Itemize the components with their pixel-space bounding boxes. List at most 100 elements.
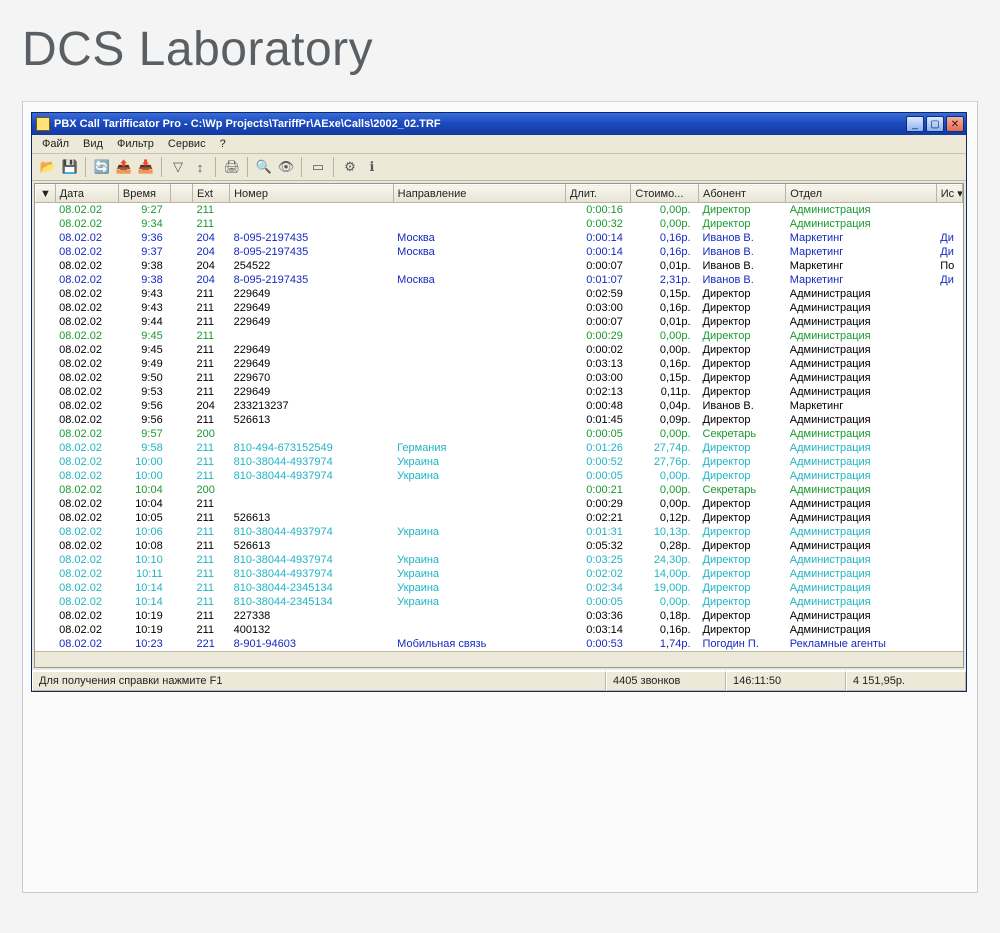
column-header[interactable]: Ext — [193, 185, 230, 203]
cell — [171, 427, 193, 441]
cell: 08.02.02 — [55, 385, 118, 399]
column-header[interactable]: Длит. — [565, 185, 630, 203]
table-row[interactable]: 08.02.029:382048-095-2197435Москва0:01:0… — [36, 273, 963, 287]
cell: 0,01р. — [631, 259, 699, 273]
cell — [393, 287, 565, 301]
column-header[interactable]: Направление — [393, 185, 565, 203]
table-row[interactable]: 08.02.029:442112296490:00:070,01р.Директ… — [36, 315, 963, 329]
table-row[interactable]: 08.02.0210:14211810-38044-2345134Украина… — [36, 595, 963, 609]
menu-help[interactable]: ? — [220, 138, 226, 150]
cell: 0:00:48 — [565, 399, 630, 413]
cell: Администрация — [786, 301, 937, 315]
table-row[interactable]: 08.02.029:452110:00:290,00р.ДиректорАдми… — [36, 329, 963, 343]
cell: Администрация — [786, 441, 937, 455]
cell: Украина — [393, 469, 565, 483]
column-header[interactable]: Дата — [55, 185, 118, 203]
table-row[interactable]: 08.02.0210:042000:00:210,00р.СекретарьАд… — [36, 483, 963, 497]
filter-icon[interactable]: ▽ — [168, 157, 188, 177]
refresh-icon[interactable]: 🔄 — [92, 157, 112, 177]
menu-service[interactable]: Сервис — [168, 138, 206, 150]
sort-icon[interactable]: ↕ — [190, 157, 210, 177]
maximize-button[interactable]: ▢ — [926, 116, 944, 132]
cell: 27,74р. — [631, 441, 699, 455]
close-button[interactable]: ✕ — [946, 116, 964, 132]
find-icon[interactable]: 🔍 — [254, 157, 274, 177]
options-icon[interactable]: ⚙ — [340, 157, 360, 177]
table-row[interactable]: 08.02.029:562042332132370:00:480,04р.Ива… — [36, 399, 963, 413]
table-row[interactable]: 08.02.0210:00211810-38044-4937974Украина… — [36, 455, 963, 469]
cell: 0:00:53 — [565, 637, 630, 651]
table-row[interactable]: 08.02.029:562115266130:01:450,09р.Директ… — [36, 413, 963, 427]
cell: 9:58 — [118, 441, 170, 455]
menu-view[interactable]: Вид — [83, 138, 103, 150]
table-row[interactable]: 08.02.029:432112296490:03:000,16р.Директ… — [36, 301, 963, 315]
table-row[interactable]: 08.02.029:272110:00:160,00р.ДиректорАдми… — [36, 203, 963, 218]
table-row[interactable]: 08.02.029:452112296490:00:020,00р.Директ… — [36, 343, 963, 357]
table-row[interactable]: 08.02.029:382042545220:00:070,01р.Иванов… — [36, 259, 963, 273]
cell — [36, 371, 56, 385]
help-icon[interactable]: ℹ — [362, 157, 382, 177]
cell: Директор — [699, 413, 786, 427]
column-header[interactable]: Номер — [230, 185, 394, 203]
minimize-button[interactable]: _ — [906, 116, 924, 132]
table-row[interactable]: 08.02.0210:192112273380:03:360,18р.Дирек… — [36, 609, 963, 623]
print-icon[interactable]: 🖨 — [222, 157, 242, 177]
cell: Директор — [699, 595, 786, 609]
horizontal-scrollbar[interactable] — [35, 651, 963, 667]
menu-file[interactable]: Файл — [42, 138, 69, 150]
column-header[interactable] — [171, 185, 193, 203]
cell — [171, 609, 193, 623]
column-header[interactable]: Отдел — [786, 185, 937, 203]
open-icon[interactable]: 📂 — [38, 157, 58, 177]
export-icon[interactable]: 📤 — [114, 157, 134, 177]
column-header[interactable]: Ис ▾ — [936, 185, 962, 203]
save-icon[interactable]: 💾 — [60, 157, 80, 177]
table-row[interactable]: 08.02.0210:042110:00:290,00р.ДиректорАдм… — [36, 497, 963, 511]
table-row[interactable]: 08.02.0210:14211810-38044-2345134Украина… — [36, 581, 963, 595]
cell: 229649 — [230, 385, 394, 399]
cell: 810-38044-4937974 — [230, 553, 394, 567]
table-row[interactable]: 08.02.0210:10211810-38044-4937974Украина… — [36, 553, 963, 567]
table-row[interactable]: 08.02.029:532112296490:02:130,11р.Директ… — [36, 385, 963, 399]
cell: Администрация — [786, 427, 937, 441]
cell: 0:01:07 — [565, 273, 630, 287]
cell: 0:02:21 — [565, 511, 630, 525]
table-row[interactable]: 08.02.029:572000:00:050,00р.СекретарьАдм… — [36, 427, 963, 441]
cell: 10:00 — [118, 469, 170, 483]
column-header[interactable]: Стоимо... — [631, 185, 699, 203]
menu-filter[interactable]: Фильтр — [117, 138, 154, 150]
columns-icon[interactable]: ▭ — [308, 157, 328, 177]
table-row[interactable]: 08.02.029:492112296490:03:130,16р.Директ… — [36, 357, 963, 371]
cell: 0,00р. — [631, 203, 699, 218]
toolbar: 📂💾 🔄📤📥 ▽↕ 🖨 🔍👁 ▭ ⚙ℹ — [32, 154, 966, 181]
import-icon[interactable]: 📥 — [136, 157, 156, 177]
cell — [171, 413, 193, 427]
table-row[interactable]: 08.02.029:432112296490:02:590,15р.Директ… — [36, 287, 963, 301]
table-row[interactable]: 08.02.0210:052115266130:02:210,12р.Дирек… — [36, 511, 963, 525]
table-row[interactable]: 08.02.0210:082115266130:05:320,28р.Дирек… — [36, 539, 963, 553]
table-row[interactable]: 08.02.0210:11211810-38044-4937974Украина… — [36, 567, 963, 581]
table-row[interactable]: 08.02.0210:192114001320:03:140,16р.Дирек… — [36, 623, 963, 637]
cell: 0,00р. — [631, 483, 699, 497]
table-row[interactable]: 08.02.0210:232218-901-94603Мобильная свя… — [36, 637, 963, 651]
cell — [393, 385, 565, 399]
find-next-icon[interactable]: 👁 — [276, 157, 296, 177]
cell — [393, 371, 565, 385]
cell — [36, 217, 56, 231]
table-row[interactable]: 08.02.029:58211810-494-673152549Германия… — [36, 441, 963, 455]
table-row[interactable]: 08.02.0210:00211810-38044-4937974Украина… — [36, 469, 963, 483]
table-row[interactable]: 08.02.029:502112296700:03:000,15р.Директ… — [36, 371, 963, 385]
table-row[interactable]: 08.02.029:362048-095-2197435Москва0:00:1… — [36, 231, 963, 245]
column-header[interactable]: Время — [118, 185, 170, 203]
table-row[interactable]: 08.02.0210:06211810-38044-4937974Украина… — [36, 525, 963, 539]
table-row[interactable]: 08.02.029:372048-095-2197435Москва0:00:1… — [36, 245, 963, 259]
table-row[interactable]: 08.02.029:342110:00:320,00р.ДиректорАдми… — [36, 217, 963, 231]
call-grid[interactable]: ▼ДатаВремя ExtНомерНаправлениеДлит.Стоимо… — [34, 183, 964, 668]
grid-header[interactable]: ▼ДатаВремя ExtНомерНаправлениеДлит.Стоимо… — [36, 185, 963, 203]
titlebar[interactable]: PBX Call Tarifficator Pro - C:\Wp Projec… — [32, 113, 966, 135]
column-header[interactable]: ▼ — [36, 185, 56, 203]
cell: 08.02.02 — [55, 357, 118, 371]
cell: 19,00р. — [631, 581, 699, 595]
column-header[interactable]: Абонент — [699, 185, 786, 203]
cell — [171, 567, 193, 581]
